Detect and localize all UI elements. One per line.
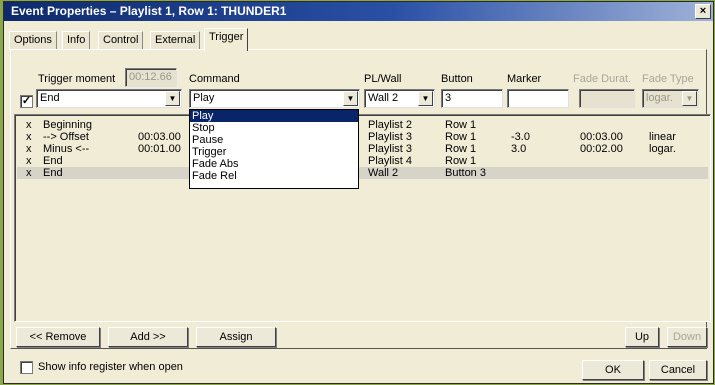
row-time: 00:01.00 — [138, 143, 181, 155]
row-x: x — [26, 143, 32, 155]
row-x: x — [26, 155, 32, 167]
tab-control[interactable]: Control — [98, 31, 144, 50]
command-label: Command — [189, 73, 240, 85]
cancel-button[interactable]: Cancel — [649, 360, 707, 380]
fade-duration-label: Fade Durat. — [573, 73, 632, 85]
plwall-label: PL/Wall — [364, 73, 402, 85]
table-row[interactable]: x End Playlist 4 Row 1 — [17, 155, 708, 167]
row-button: Button 3 — [445, 167, 486, 179]
table-row[interactable]: x Beginning Playlist 2 Row 1 — [17, 119, 708, 131]
up-button[interactable]: Up — [625, 327, 659, 347]
menu-item-fade-abs[interactable]: Fade Abs — [190, 158, 358, 170]
remove-button[interactable]: << Remove — [16, 327, 100, 347]
window-title: Event Properties – Playlist 1, Row 1: TH… — [11, 4, 287, 18]
fade-duration-input — [579, 89, 635, 108]
row-plwall: Playlist 4 — [368, 155, 413, 167]
row-fade-type: linear — [649, 131, 676, 143]
row-moment: Beginning — [43, 119, 92, 131]
row-x: x — [26, 119, 32, 131]
plwall-value: Wall 2 — [368, 92, 399, 104]
button-label: Button — [441, 73, 473, 85]
row-moment: --> Offset — [43, 131, 89, 143]
trigger-moment-select[interactable]: End ▼ — [36, 89, 182, 108]
chevron-down-icon: ▼ — [682, 91, 697, 106]
trigger-moment-value: End — [40, 92, 60, 104]
row-plwall: Playlist 3 — [368, 131, 413, 143]
row-button: Row 1 — [445, 143, 477, 155]
row-marker: 3.0 — [511, 143, 527, 155]
add-button[interactable]: Add >> — [108, 327, 188, 347]
row-fade-duration: 00:02.00 — [580, 143, 623, 155]
row-time: 00:03.00 — [138, 131, 181, 143]
row-plwall: Playlist 2 — [368, 119, 413, 131]
marker-label: Marker — [507, 73, 542, 85]
menu-item-trigger[interactable]: Trigger — [190, 146, 358, 158]
row-moment: Minus <-- — [43, 143, 90, 155]
plwall-select[interactable]: Wall 2 ▼ — [364, 89, 435, 108]
trigger-list[interactable]: x Beginning Playlist 2 Row 1 x --> Offse… — [14, 114, 711, 322]
row-moment: End — [43, 155, 63, 167]
show-info-checkbox[interactable] — [20, 361, 33, 374]
chevron-down-icon[interactable]: ▼ — [343, 91, 358, 106]
menu-item-play[interactable]: Play — [190, 110, 358, 122]
tab-external[interactable]: External — [150, 31, 201, 50]
row-fade-duration: 00:03.00 — [580, 131, 623, 143]
row-button: Row 1 — [445, 155, 477, 167]
row-plwall: Wall 2 — [368, 167, 399, 179]
row-fade-type: logar. — [649, 143, 676, 155]
row-button: Row 1 — [445, 119, 477, 131]
table-row-selected[interactable]: x End Wall 2 Button 3 — [17, 167, 708, 179]
marker-input[interactable] — [507, 89, 569, 108]
fade-type-value: logar. — [646, 92, 673, 104]
command-dropdown-menu: Play Stop Pause Trigger Fade Abs Fade Re… — [189, 109, 359, 189]
fade-type-label: Fade Type — [642, 73, 694, 85]
tab-info[interactable]: Info — [62, 31, 91, 50]
row-button: Row 1 — [445, 131, 477, 143]
tab-trigger[interactable]: Trigger — [204, 28, 249, 51]
close-icon[interactable]: × — [695, 4, 711, 19]
row-x: x — [26, 131, 32, 143]
trigger-moment-label: Trigger moment — [38, 73, 116, 85]
show-info-label: Show info register when open — [38, 361, 183, 373]
menu-item-stop[interactable]: Stop — [190, 122, 358, 134]
fade-type-select: logar. ▼ — [642, 89, 699, 108]
title-bar: Event Properties – Playlist 1, Row 1: TH… — [4, 2, 713, 21]
tab-options[interactable]: Options — [9, 31, 57, 50]
check-icon: ✓ — [21, 95, 32, 107]
ok-button[interactable]: OK — [582, 360, 644, 380]
trigger-moment-time: 00:12.66 — [125, 68, 177, 87]
row-x: x — [26, 167, 32, 179]
assign-button[interactable]: Assign — [196, 327, 276, 347]
down-button: Down — [667, 327, 707, 347]
table-row[interactable]: x Minus <-- 00:01.00 Playlist 3 Row 1 3.… — [17, 143, 708, 155]
button-input[interactable]: 3 — [441, 89, 503, 108]
menu-item-fade-rel[interactable]: Fade Rel — [190, 170, 358, 182]
event-properties-dialog: Event Properties – Playlist 1, Row 1: TH… — [3, 1, 714, 384]
menu-item-pause[interactable]: Pause — [190, 134, 358, 146]
row-marker: -3.0 — [511, 131, 530, 143]
row-plwall: Playlist 3 — [368, 143, 413, 155]
table-row[interactable]: x --> Offset 00:03.00 Playlist 3 Row 1 -… — [17, 131, 708, 143]
row-moment: End — [43, 167, 63, 179]
command-value: Play — [193, 92, 215, 104]
trigger-enabled-checkbox[interactable]: ✓ — [20, 95, 33, 108]
command-select[interactable]: Play ▼ — [189, 89, 360, 108]
chevron-down-icon[interactable]: ▼ — [165, 91, 180, 106]
chevron-down-icon[interactable]: ▼ — [418, 91, 433, 106]
